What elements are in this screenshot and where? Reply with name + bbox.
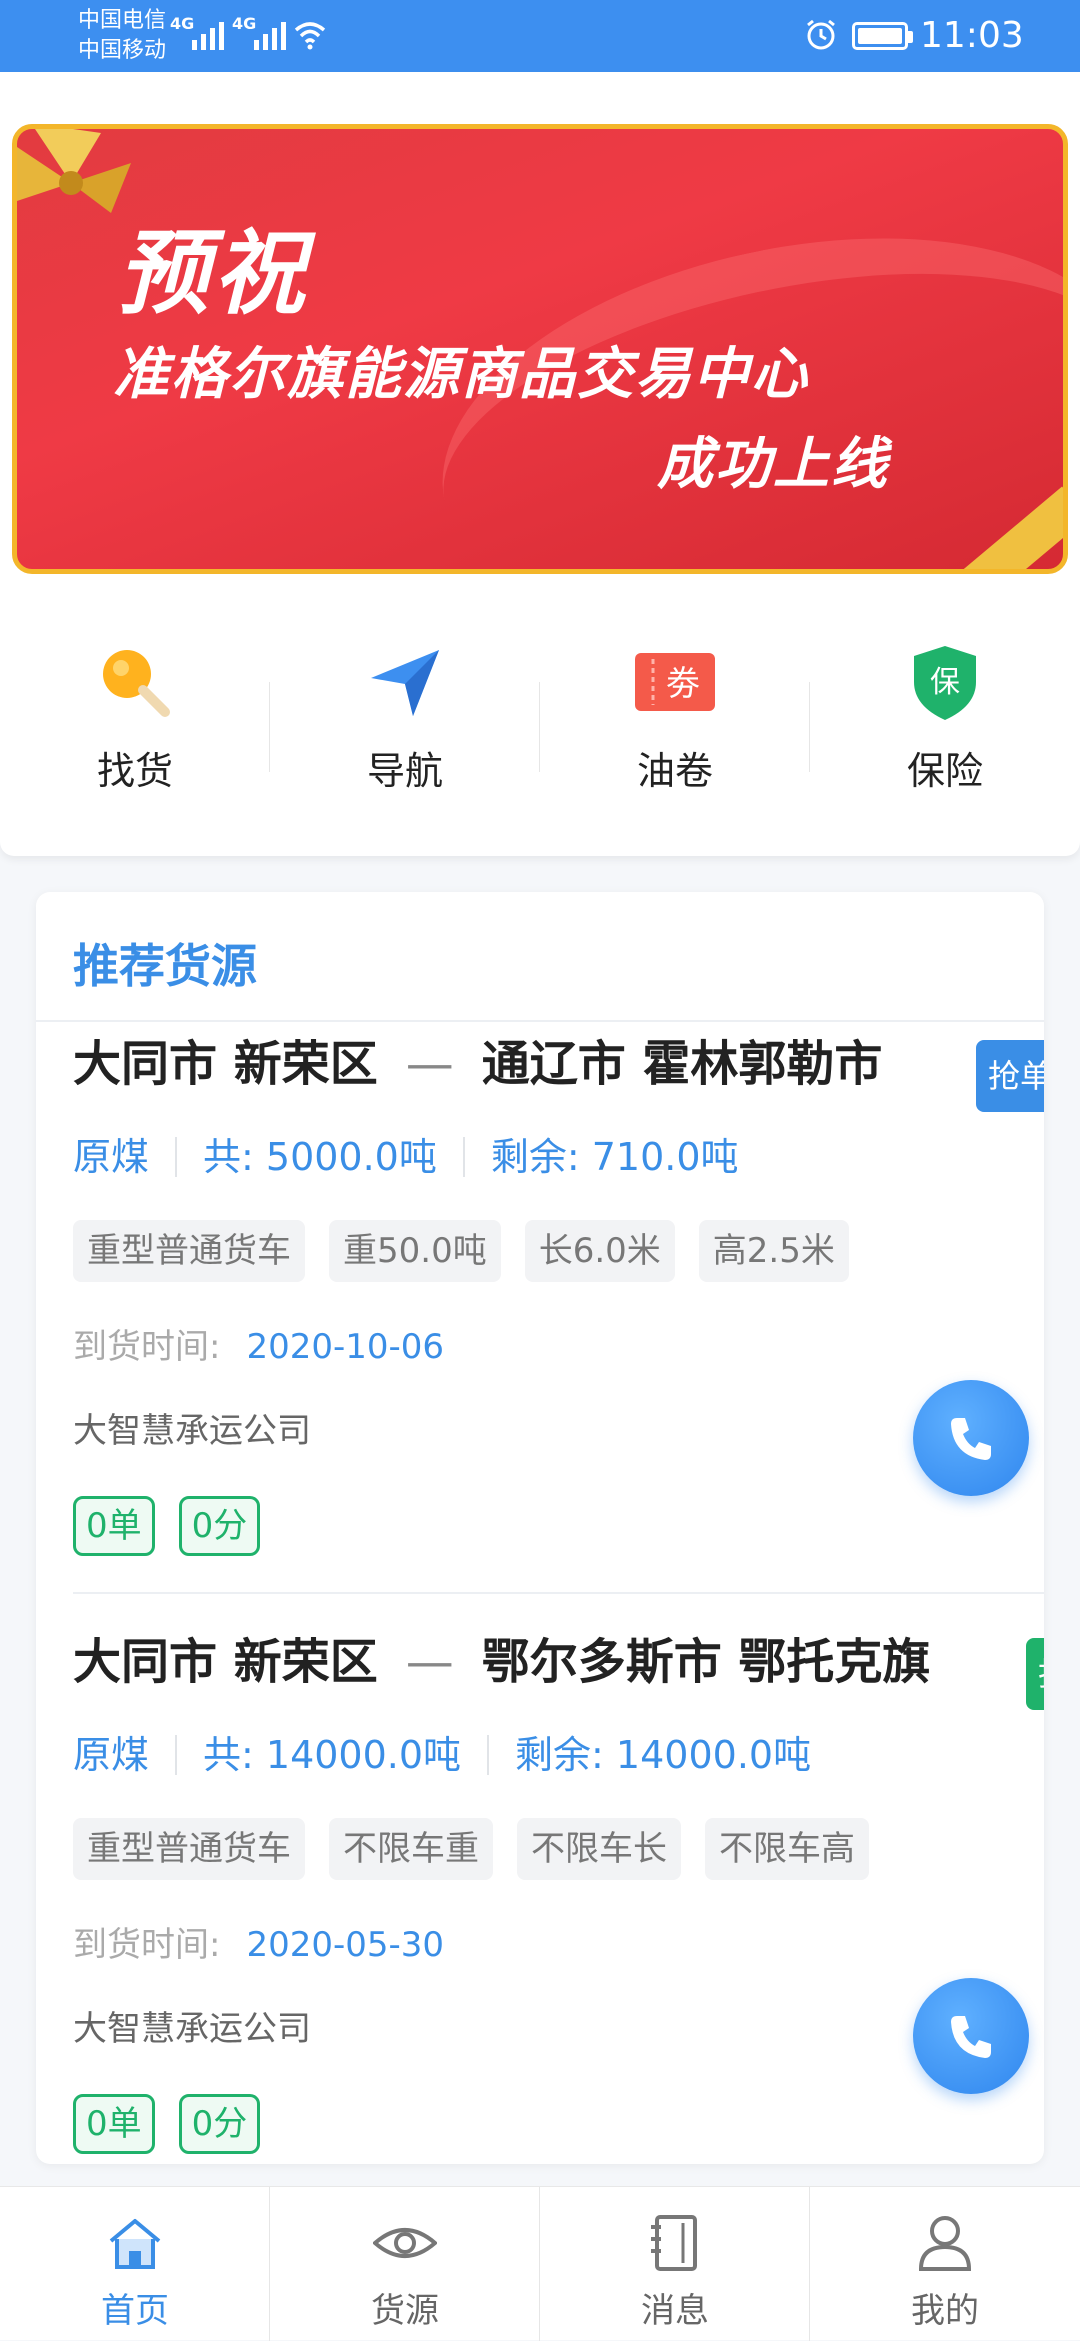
home-icon (109, 2219, 161, 2269)
phone-icon (951, 1418, 991, 1460)
carrier-2: 中国移动 (78, 38, 167, 63)
vehicle-tag: 重型普通货车 (73, 1818, 305, 1880)
call-button[interactable] (913, 1978, 1029, 2094)
quick-label: 油卷 (636, 749, 713, 793)
goods-type: 原煤 (73, 1733, 150, 1777)
route-dash: — (405, 1036, 454, 1092)
magnifier-icon (103, 650, 170, 717)
tab-home[interactable]: 首页 (0, 2187, 270, 2341)
section-divider (36, 1020, 1044, 1022)
quick-label: 保险 (906, 749, 983, 793)
carrier-company: 大智慧承运公司 (73, 1411, 311, 1451)
cargo-specs: 原煤 共: 5000.0吨 剩余: 710.0吨 (73, 1132, 739, 1182)
vehicle-tag: 重型普通货车 (73, 1220, 305, 1282)
battery-icon (852, 22, 913, 50)
rating-badges: 0单 0分 (73, 1496, 261, 1556)
route-destination: 通辽市 霍林郭勒市 (481, 1036, 883, 1092)
tab-label: 消息 (641, 2291, 709, 2331)
carrier-company: 大智慧承运公司 (73, 2009, 311, 2049)
tab-label: 货源 (371, 2291, 439, 2331)
vehicle-tag: 重50.0吨 (329, 1220, 501, 1282)
arrival-date: 2020-05-30 (246, 1925, 445, 1965)
route-origin: 大同市 新荣区 (73, 1036, 378, 1092)
status-bar: 中国电信 中国移动 4G 4G 11:03 (0, 0, 1080, 72)
vehicle-tag: 不限车重 (329, 1818, 493, 1880)
promo-banner[interactable]: 预祝 准格尔旗能源商品交易中心 成功上线 (12, 124, 1068, 574)
arrival-label: 到货时间: (73, 1327, 221, 1367)
cargo-route: 大同市 新荣区 — 通辽市 霍林郭勒市 (73, 1034, 882, 1094)
tab-cargo[interactable]: 货源 (270, 2187, 540, 2341)
vehicle-tag: 高2.5米 (698, 1220, 849, 1282)
vehicle-tag: 不限车高 (705, 1818, 869, 1880)
bottom-tab-bar: 首页 货源 消息 我的 (0, 2186, 1080, 2341)
cargo-specs: 原煤 共: 14000.0吨 剩余: 14000.0吨 (73, 1730, 811, 1780)
total-weight: 共: 14000.0吨 (203, 1733, 462, 1777)
quick-fuel-coupon[interactable]: 劵 油卷 (540, 632, 810, 822)
notebook-icon (651, 2215, 697, 2271)
signal-icon (192, 16, 224, 50)
arrival-date: 2020-10-06 (246, 1327, 445, 1367)
remaining-weight: 剩余: 710.0吨 (490, 1135, 739, 1179)
navigation-arrow-icon (371, 650, 439, 716)
orders-badge: 0单 (73, 1496, 155, 1556)
arrival-label: 到货时间: (73, 1925, 221, 1965)
vehicle-tag: 不限车长 (517, 1818, 681, 1880)
carrier-1: 中国电信 (78, 8, 167, 33)
route-destination: 鄂尔多斯市 鄂托克旗 (481, 1634, 931, 1690)
top-card: 预祝 准格尔旗能源商品交易中心 成功上线 找货 导航 劵 油卷 保 保险 (0, 72, 1080, 856)
orders-badge: 0单 (73, 2094, 155, 2154)
score-badge: 0分 (178, 1496, 261, 1556)
banner-tagline: 成功上线 (657, 432, 889, 497)
network-type-2: 4G (232, 14, 257, 33)
total-weight: 共: 5000.0吨 (203, 1135, 437, 1179)
wifi-icon (294, 22, 326, 50)
section-title: 推荐货源 (73, 939, 257, 993)
quick-actions: 找货 导航 劵 油卷 保 保险 (0, 632, 1080, 822)
coupon-icon-text: 劵 (666, 664, 700, 704)
remaining-weight: 剩余: 14000.0吨 (515, 1733, 812, 1777)
user-icon (918, 2216, 972, 2271)
signal-icon (254, 16, 286, 50)
item-divider (73, 1592, 1044, 1594)
banner-headline: 预祝 (117, 220, 310, 327)
carrier-info: 中国电信 中国移动 (78, 6, 166, 66)
cargo-route: 大同市 新荣区 — 鄂尔多斯市 鄂托克旗 (73, 1632, 930, 1692)
quick-insurance[interactable]: 保 保险 (810, 632, 1080, 822)
rating-badges: 0单 0分 (73, 2094, 261, 2154)
tab-label: 首页 (101, 2291, 169, 2331)
eye-icon (373, 2228, 437, 2258)
alarm-icon (807, 19, 835, 50)
status-time: 11:03 (920, 15, 1024, 56)
route-origin: 大同市 新荣区 (73, 1634, 378, 1690)
call-button[interactable] (913, 1380, 1029, 1496)
goods-type: 原煤 (73, 1135, 150, 1179)
cargo-item[interactable]: 大同市 新荣区 — 通辽市 霍林郭勒市 抢单 原煤 共: 5000.0吨 剩余: 7… (73, 1034, 1044, 1634)
phone-icon (951, 2016, 991, 2058)
shield-icon-text: 保 (930, 665, 960, 700)
coupon-icon: 劵 (635, 653, 715, 711)
vehicle-tags: 重型普通货车 不限车重 不限车长 不限车高 (73, 1818, 869, 1880)
insurance-shield-icon: 保 (914, 646, 976, 720)
tab-label: 我的 (911, 2291, 979, 2331)
tab-messages[interactable]: 消息 (540, 2187, 810, 2341)
vehicle-tags: 重型普通货车 重50.0吨 长6.0米 高2.5米 (73, 1220, 849, 1282)
arrival-time: 到货时间: 2020-05-30 (73, 1922, 444, 1968)
vehicle-tag: 长6.0米 (524, 1220, 675, 1282)
recommended-cargo-card: 推荐货源 大同市 新荣区 — 通辽市 霍林郭勒市 抢单 原煤 共: 5000.0吨 … (36, 892, 1044, 2164)
quick-label: 找货 (96, 749, 173, 793)
network-type-1: 4G (170, 14, 195, 33)
banner-subtitle: 准格尔旗能源商品交易中心 (113, 342, 809, 407)
quick-find-goods[interactable]: 找货 (0, 632, 270, 822)
grab-order-button[interactable]: 抢单 (976, 1040, 1044, 1112)
route-dash: — (405, 1634, 454, 1690)
arrival-time: 到货时间: 2020-10-06 (73, 1324, 444, 1370)
tab-mine[interactable]: 我的 (810, 2187, 1080, 2340)
score-badge: 0分 (178, 2094, 261, 2154)
grab-order-button[interactable]: 抢单 (1026, 1638, 1044, 1710)
cargo-item[interactable]: 大同市 新荣区 — 鄂尔多斯市 鄂托克旗 抢单 原煤 共: 14000.0吨 剩余:… (73, 1632, 1044, 2164)
quick-navigation[interactable]: 导航 (270, 632, 540, 822)
quick-label: 导航 (366, 749, 443, 793)
